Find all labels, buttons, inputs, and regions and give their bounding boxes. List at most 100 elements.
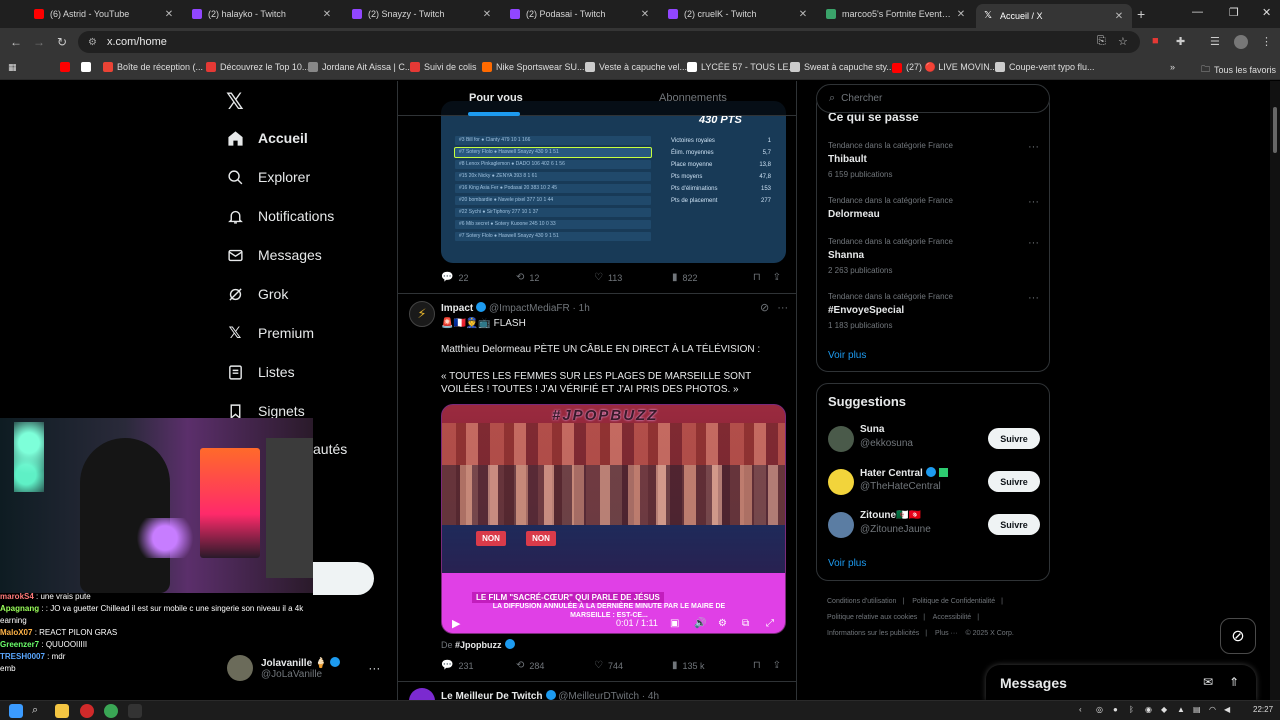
bookmark-item[interactable]: Coupe-vent typo flu... — [995, 62, 1095, 72]
close-icon[interactable]: ✕ — [1112, 11, 1126, 22]
browser-tab[interactable]: (6) Astrid - YouTube ✕ — [26, 4, 182, 24]
close-icon[interactable]: ✕ — [638, 9, 652, 20]
like-button[interactable]: ♡ 744 — [594, 660, 672, 671]
play-icon[interactable]: ▶ — [452, 617, 460, 630]
extensions-puzzle-icon[interactable]: ✚ — [1176, 35, 1185, 48]
footer-link[interactable]: Conditions d'utilisation — [827, 598, 896, 605]
nav-explore[interactable]: Explorer — [226, 168, 310, 186]
windows-start-icon[interactable] — [9, 704, 23, 718]
browser-tab[interactable]: (2) halayko - Twitch ✕ — [184, 4, 340, 24]
clock[interactable]: 22:27 — [1253, 705, 1273, 714]
wifi-icon[interactable]: ◠ — [1209, 705, 1216, 714]
search-icon[interactable]: ⌕ — [32, 704, 46, 718]
bookmark-item[interactable]: Sweat à capuche sty... — [790, 62, 894, 72]
more-dots-icon[interactable]: ··· — [777, 302, 788, 314]
bluetooth-icon[interactable]: ᛒ — [1129, 705, 1134, 714]
x-logo-icon[interactable]: 𝕏 — [226, 89, 244, 115]
views-button[interactable]: ▮ 135 k — [672, 660, 753, 671]
tray-icon[interactable]: ◎ — [1096, 705, 1103, 714]
footer-link[interactable]: Politique de Confidentialité — [912, 598, 995, 605]
author-name[interactable]: Impact — [441, 303, 473, 314]
bookmark-item[interactable]: Jordane Ait Aissa | C... — [308, 62, 412, 72]
close-icon[interactable]: ✕ — [162, 9, 176, 20]
close-icon[interactable]: ✕ — [796, 9, 810, 20]
apps-grid-icon[interactable]: ▦ — [8, 62, 17, 73]
bookmark-item[interactable]: LYCÉE 57 - TOUS LE... — [687, 62, 796, 72]
avatar[interactable]: ⚡ — [409, 301, 435, 327]
footer-link[interactable]: Informations sur les publicités — [827, 630, 919, 637]
author-handle[interactable]: @MeilleurDTwitch — [558, 691, 639, 700]
install-app-icon[interactable]: ⎘ — [1097, 35, 1106, 48]
share-button[interactable]: ⇪ — [773, 272, 786, 283]
new-message-icon[interactable]: ✉ — [1203, 675, 1213, 689]
minimize-icon[interactable]: — — [1192, 6, 1203, 18]
repost-button[interactable]: ⟲ 12 — [516, 272, 594, 283]
close-icon[interactable]: ✕ — [480, 9, 494, 20]
menu-dots-icon[interactable]: ⋮ — [1261, 35, 1272, 48]
messages-drawer[interactable]: Messages ✉ ⇑ — [986, 665, 1256, 700]
post-image[interactable]: 430 PTS #3 Bill for ● Clanty 479 10 1 16… — [441, 101, 786, 263]
follow-button[interactable]: Suivre — [988, 471, 1040, 492]
more-dots-icon[interactable]: ··· — [1028, 237, 1039, 249]
network-icon[interactable]: ▤ — [1193, 705, 1201, 714]
tab-following[interactable]: Abonnements — [659, 92, 727, 104]
forward-icon[interactable]: → — [33, 35, 45, 49]
all-bookmarks[interactable]: 🗀 Tous les favoris — [1201, 62, 1276, 78]
media-control-icon[interactable]: ☰ — [1210, 35, 1220, 48]
nav-home[interactable]: Accueil — [226, 129, 308, 147]
post-time[interactable]: · 4h — [642, 691, 659, 700]
avatar[interactable] — [409, 688, 435, 700]
volume-icon[interactable]: 🔊 — [694, 618, 706, 629]
browser-tab[interactable]: (2) Podasai - Twitch ✕ — [502, 4, 658, 24]
media-source-link[interactable]: #Jpopbuzz — [455, 640, 502, 650]
more-bookmarks-icon[interactable]: » — [1170, 62, 1175, 72]
window-close-icon[interactable]: ✕ — [1262, 6, 1271, 19]
chrome-icon[interactable] — [104, 704, 118, 718]
post-menu[interactable]: ⊘ ··· — [760, 301, 788, 314]
more-dots-icon[interactable]: ··· — [1028, 292, 1039, 304]
trend-item[interactable]: Tendance dans la catégorie France Delorm… — [828, 196, 1043, 220]
bookmark-button[interactable]: ⊓ — [753, 272, 773, 283]
post-time[interactable]: · 1h — [573, 303, 590, 314]
share-button[interactable]: ⇪ — [773, 660, 786, 671]
reply-button[interactable]: 💬 22 — [441, 272, 516, 283]
bookmark-item[interactable]: Boîte de réception (... — [103, 62, 203, 72]
repost-button[interactable]: ⟲ 284 — [516, 660, 594, 671]
browser-tab[interactable]: marcoo5's Fortnite Events - Fo ✕ — [818, 4, 974, 24]
bookmark-button[interactable]: ⊓ — [753, 660, 773, 671]
footer-more[interactable]: Plus ··· — [935, 630, 958, 637]
nav-messages[interactable]: Messages — [226, 246, 322, 264]
nav-label-partial[interactable]: autés — [313, 441, 347, 457]
bookmark-item[interactable]: Nike Sportswear SU... — [482, 62, 585, 72]
grok-icon[interactable]: ⊘ — [760, 302, 769, 314]
site-info-icon[interactable]: ⚙ — [88, 37, 97, 48]
close-icon[interactable]: ✕ — [954, 9, 968, 20]
bookmark-item[interactable] — [60, 62, 74, 72]
browser-tab[interactable]: (2) Snayzy - Twitch ✕ — [344, 4, 500, 24]
trend-item[interactable]: Tendance dans la catégorie France Shanna… — [828, 237, 1043, 275]
more-dots-icon[interactable]: ··· — [368, 661, 380, 675]
author-handle[interactable]: @ImpactMediaFR — [489, 303, 570, 314]
terminal-icon[interactable] — [128, 704, 142, 718]
tray-chevron-icon[interactable]: ‹ — [1079, 705, 1082, 714]
footer-link[interactable]: Accessibilité — [933, 614, 972, 621]
more-dots-icon[interactable]: ··· — [1028, 141, 1039, 153]
grok-fab-button[interactable]: ⊘ — [1220, 618, 1256, 654]
tray-icon[interactable]: ● — [1113, 705, 1118, 714]
close-icon[interactable]: ✕ — [320, 9, 334, 20]
bookmark-item[interactable]: (27) 🔴 LIVE MOVIN... — [892, 62, 997, 73]
nav-lists[interactable]: Listes — [226, 363, 295, 381]
follow-button[interactable]: Suivre — [988, 428, 1040, 449]
scrollbar-thumb[interactable] — [1273, 107, 1277, 153]
views-button[interactable]: ▮ 822 — [672, 272, 753, 283]
reload-icon[interactable]: ↻ — [57, 35, 67, 49]
url-input[interactable]: ⚙ x.com/home — [78, 31, 1140, 53]
page-scrollbar[interactable] — [1270, 81, 1280, 700]
bookmark-item[interactable] — [81, 62, 95, 72]
post-button[interactable] — [313, 562, 374, 595]
video-player[interactable]: #JPOPBUZZ NON NON LE FILM "SACRÉ-CŒUR" Q… — [441, 404, 786, 634]
footer-link[interactable]: Politique relative aux cookies — [827, 614, 917, 621]
tray-icon[interactable]: ▲ — [1177, 705, 1185, 714]
file-explorer-icon[interactable] — [55, 704, 69, 718]
bookmark-star-icon[interactable]: ☆ — [1118, 35, 1128, 48]
